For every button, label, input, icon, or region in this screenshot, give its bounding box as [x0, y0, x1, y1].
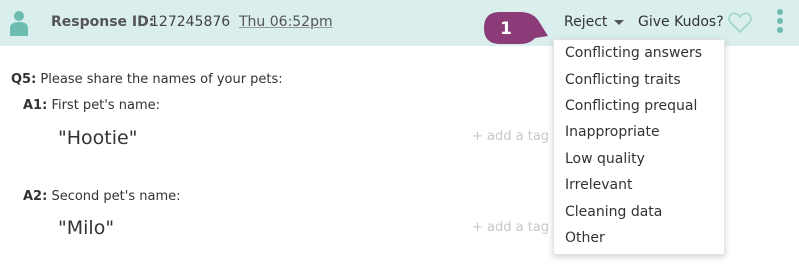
give-kudos-label[interactable]: Give Kudos?: [638, 14, 724, 30]
answer-prompt: Second pet's name:: [47, 189, 181, 204]
menu-item-irrelevant[interactable]: Irrelevant: [565, 177, 632, 193]
menu-item-other[interactable]: Other: [565, 230, 605, 246]
question-number: Q5:: [11, 72, 37, 87]
answer-label: A2: Second pet's name:: [23, 189, 181, 204]
answer-value: "Milo": [58, 217, 115, 239]
answer-value: "Hootie": [58, 127, 138, 149]
question-label: Q5: Please share the names of your pets:: [11, 72, 283, 87]
response-id-value: 127245876: [150, 14, 231, 30]
add-tag-link[interactable]: + add a tag: [472, 220, 549, 235]
menu-item-low-quality[interactable]: Low quality: [565, 151, 645, 167]
reject-button[interactable]: Reject: [564, 14, 607, 30]
chevron-down-icon[interactable]: [614, 20, 624, 25]
menu-item-conflicting-prequal[interactable]: Conflicting prequal: [565, 98, 697, 114]
menu-item-inappropriate[interactable]: Inappropriate: [565, 124, 660, 140]
step-callout-number: 1: [500, 19, 512, 39]
menu-item-cleaning-data[interactable]: Cleaning data: [565, 204, 662, 220]
question-text: Please share the names of your pets:: [36, 72, 283, 87]
menu-item-conflicting-answers[interactable]: Conflicting answers: [565, 45, 702, 61]
response-timestamp[interactable]: Thu 06:52pm: [239, 14, 333, 30]
heart-icon[interactable]: [727, 11, 753, 35]
reject-reason-menu: Conflicting answers Conflicting traits C…: [553, 39, 725, 255]
answer-number: A1:: [23, 98, 48, 113]
answer-label: A1: First pet's name:: [23, 98, 160, 113]
answer-prompt: First pet's name:: [47, 98, 161, 113]
menu-item-conflicting-traits[interactable]: Conflicting traits: [565, 72, 681, 88]
user-avatar-icon: [10, 11, 28, 36]
more-options-icon[interactable]: [776, 9, 784, 37]
add-tag-link[interactable]: + add a tag: [472, 129, 549, 144]
response-id-label: Response ID:: [51, 14, 155, 30]
answer-number: A2:: [23, 189, 48, 204]
